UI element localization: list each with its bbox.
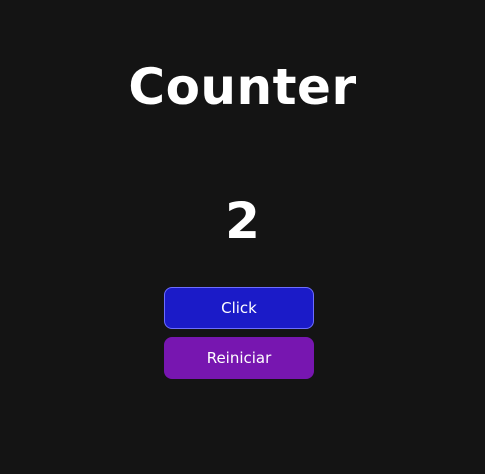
click-button[interactable]: Click (164, 287, 314, 329)
page-title: Counter (128, 58, 357, 116)
counter-value: 2 (225, 192, 260, 250)
reset-button[interactable]: Reiniciar (164, 337, 314, 379)
